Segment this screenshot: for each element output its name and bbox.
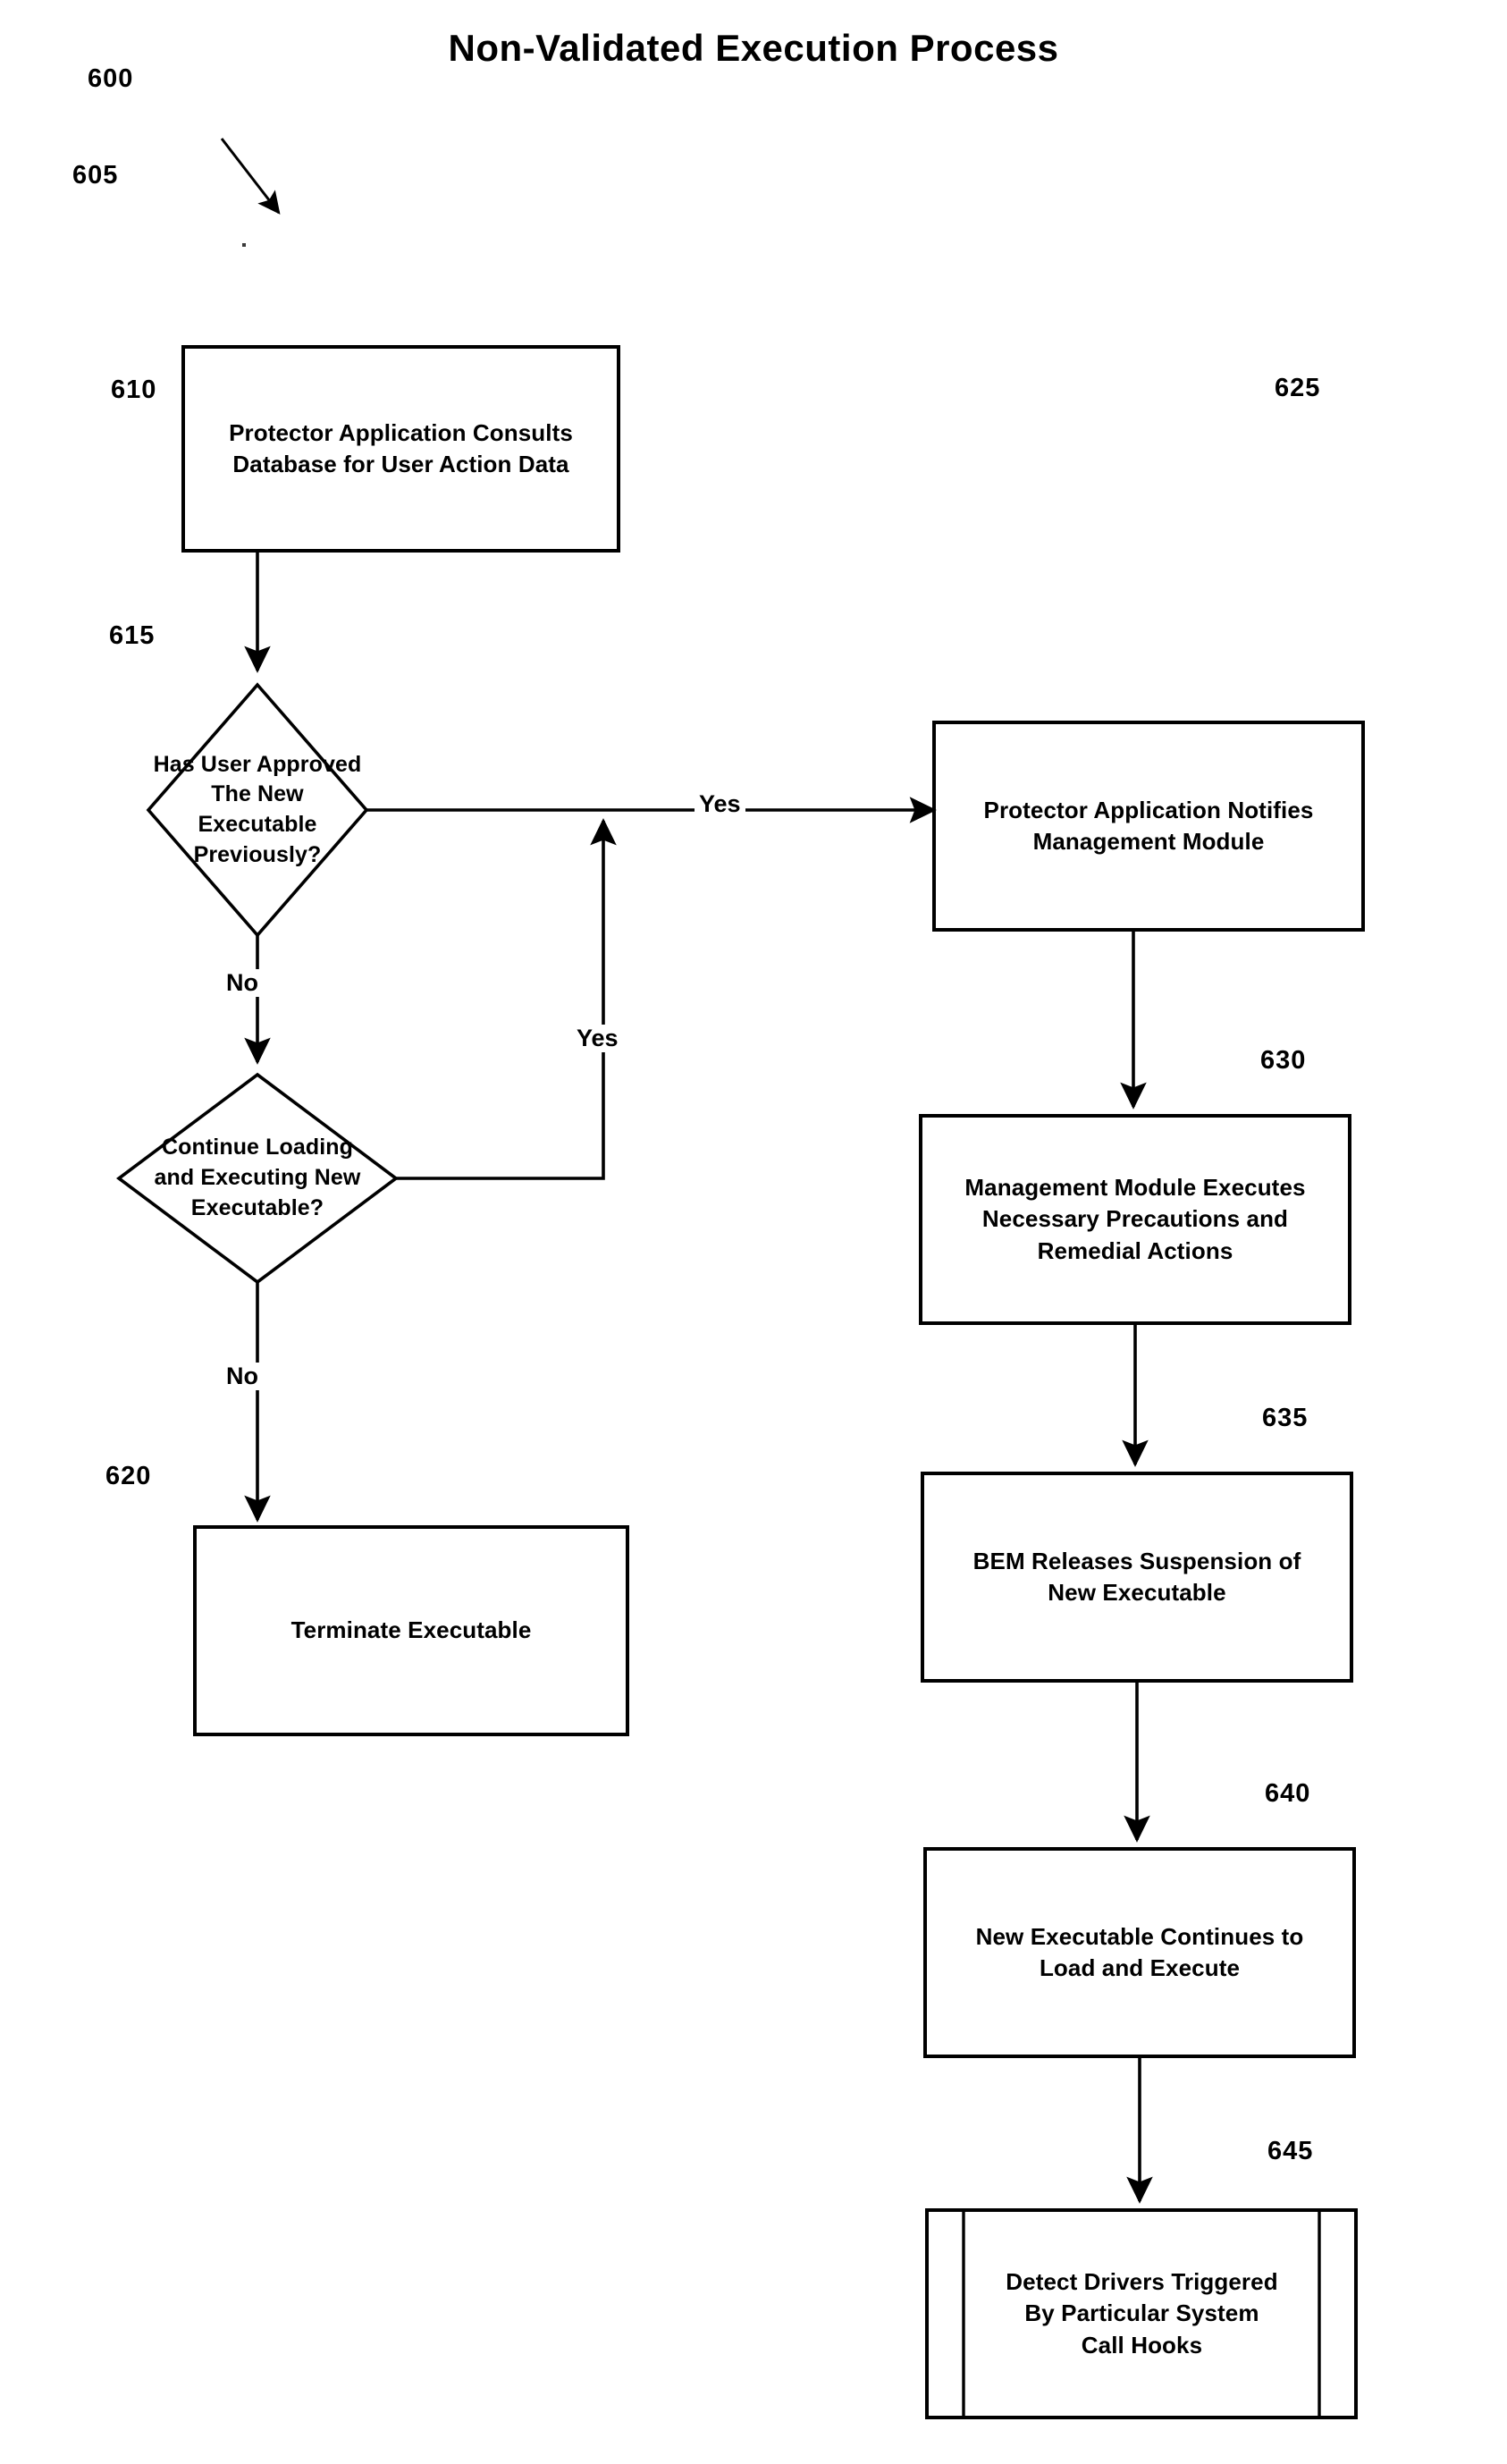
ref-label-625: 625 [1275,374,1321,402]
ref-label-635: 635 [1262,1404,1309,1432]
ref-label-640: 640 [1265,1779,1311,1808]
edge-label-yes-610-to-625: Yes [695,790,745,818]
node-630-text: Management Module Executes Necessary Pre… [964,1174,1306,1264]
node-615-text: Continue Loading and Executing New Execu… [154,1135,361,1220]
scan-speck [242,243,246,247]
ref-label-605: 605 [72,161,119,190]
node-625-text: Protector Application Notifies Managemen… [983,796,1314,855]
ref-label-600: 600 [88,64,134,93]
node-640-text: New Executable Continues to Load and Exe… [975,1922,1304,1981]
ref-label-645: 645 [1267,2137,1314,2165]
ref-label-615: 615 [109,621,156,650]
node-620-text: Terminate Executable [290,1616,532,1644]
ref-label-610: 610 [111,376,157,404]
edge-label-yes-615-loopback: Yes [572,1025,623,1052]
node-645-text: Detect Drivers Triggered By Particular S… [1006,2268,1278,2359]
node-610-text: Has User Approved The New Executable Pre… [153,751,362,867]
edge-label-no-610-to-615: No [222,969,263,997]
ref-label-630: 630 [1260,1046,1307,1075]
ref-label-620: 620 [105,1462,152,1490]
node-605-text: Protector Application Consults Database … [229,418,573,477]
edge-label-no-615-to-620: No [222,1363,263,1390]
patent-figure-page: Non-Validated Execution Process 600 605 … [0,0,1507,2464]
node-635-text: BEM Releases Suspension of New Executabl… [972,1547,1301,1606]
